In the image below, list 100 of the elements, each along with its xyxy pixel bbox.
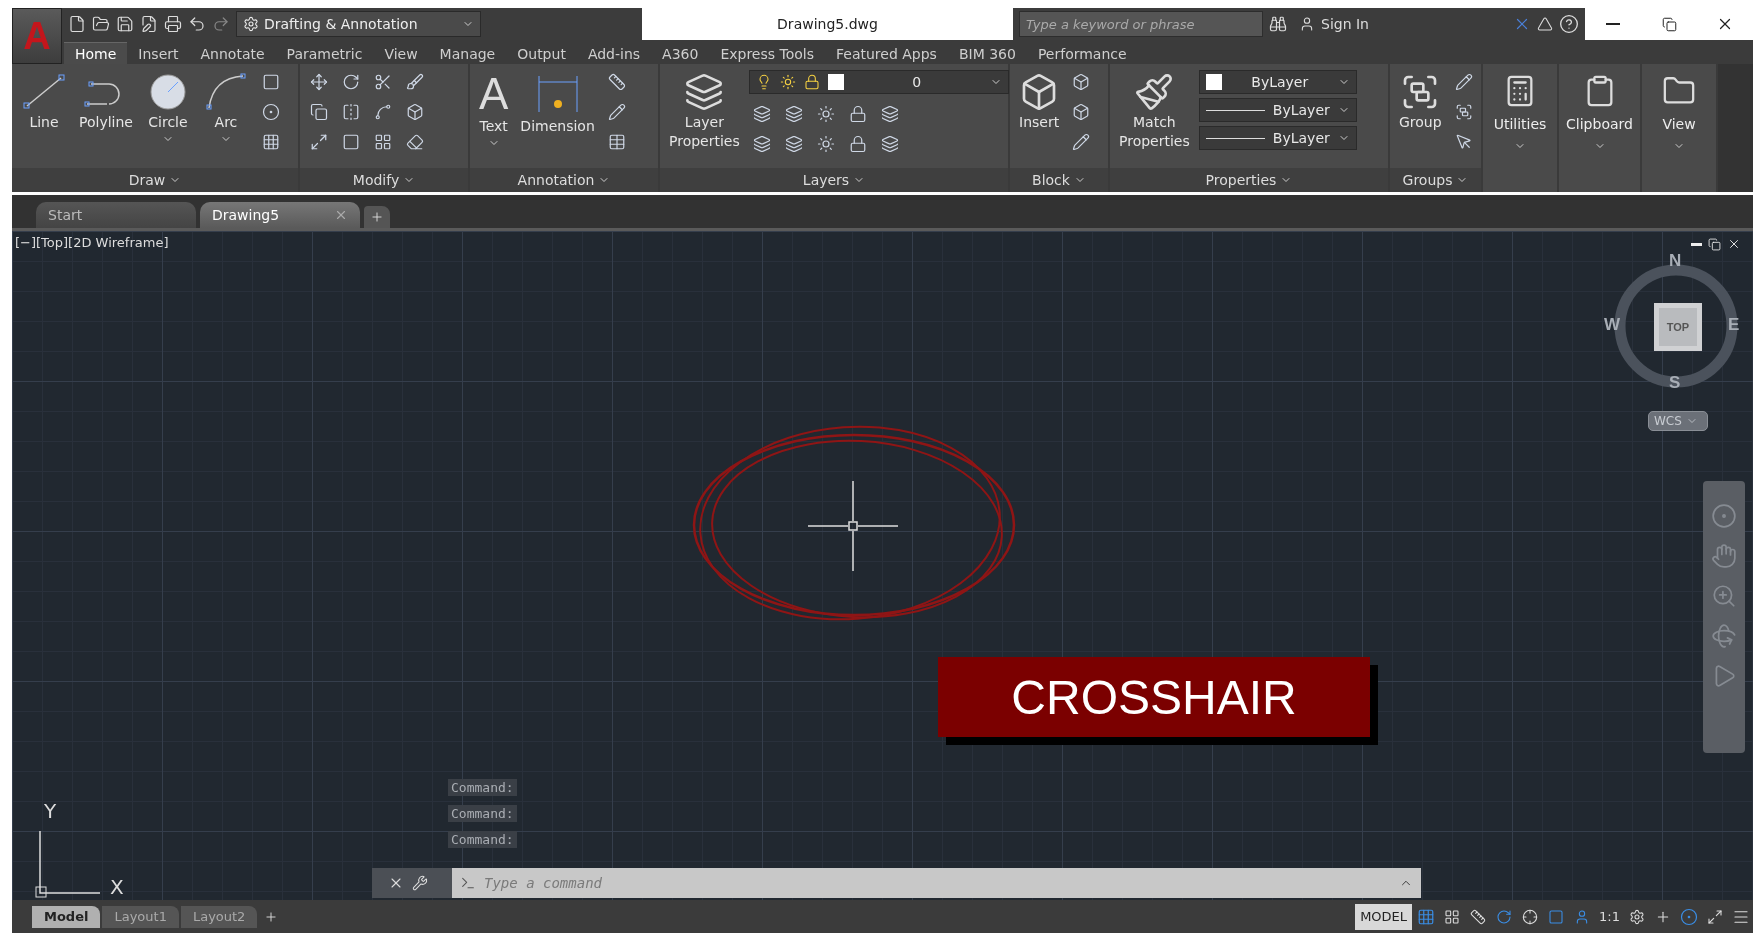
- triangle-icon[interactable]: [1537, 16, 1553, 32]
- ribbon-tab[interactable]: BIM 360: [947, 42, 1027, 64]
- layout-tab[interactable]: Model: [32, 905, 101, 928]
- linetype-icon: [1205, 109, 1265, 111]
- scissors-icon: [374, 73, 392, 91]
- printer-icon[interactable]: [164, 15, 182, 33]
- ribbon-button[interactable]: Match Properties: [1116, 70, 1193, 152]
- workspace-dropdown[interactable]: Drafting & Annotation: [236, 11, 481, 37]
- help-icon[interactable]: [1559, 14, 1579, 34]
- undo-arrow-icon[interactable]: [188, 15, 206, 33]
- restore-icon[interactable]: [1708, 237, 1721, 251]
- pen-file-icon[interactable]: [140, 15, 158, 33]
- compass-label[interactable]: N: [1669, 251, 1682, 271]
- linetype-icon: [1205, 137, 1265, 139]
- move-icon: [310, 73, 328, 91]
- layer-dropdown[interactable]: 0: [748, 70, 1009, 94]
- ribbon-tab[interactable]: Insert: [127, 42, 190, 64]
- model-space-button[interactable]: MODEL: [1355, 903, 1413, 930]
- ribbon-tab[interactable]: Express Tools: [709, 42, 825, 64]
- ribbon-tab[interactable]: View: [373, 42, 429, 64]
- property-dropdown[interactable]: ByLayer: [1198, 126, 1357, 150]
- ribbon-button[interactable]: Circle: [141, 70, 194, 147]
- paintbrush-icon: [1134, 72, 1175, 112]
- block-icon: [1072, 103, 1091, 121]
- ribbon-tab[interactable]: Add-ins: [576, 42, 652, 64]
- file-tab[interactable]: Start: [36, 202, 196, 228]
- edit-icon: [1454, 73, 1473, 91]
- brush-icon: [406, 73, 424, 91]
- collapsed-panel-button[interactable]: Clipboard: [1559, 64, 1640, 192]
- sun-icon: [816, 105, 835, 123]
- plus-icon: [264, 909, 279, 924]
- compass-label[interactable]: S: [1669, 373, 1681, 393]
- compass-label[interactable]: W: [1604, 315, 1621, 335]
- gear-icon: [243, 16, 259, 32]
- minimize-icon: [1606, 23, 1620, 25]
- ribbon-tab[interactable]: Annotate: [189, 42, 276, 64]
- ribbon-button[interactable]: Polyline: [76, 70, 136, 133]
- new-tab-button[interactable]: [364, 206, 390, 228]
- scale-button[interactable]: 1:1: [1596, 903, 1623, 930]
- ribbon-button[interactable]: Group: [1396, 70, 1445, 133]
- gear-icon: [1629, 908, 1645, 925]
- ribbon-tab[interactable]: Featured Apps: [825, 42, 948, 64]
- crosshair-icon: [1522, 908, 1539, 925]
- property-dropdown[interactable]: ByLayer: [1198, 70, 1357, 94]
- sign-in-button[interactable]: Sign In: [1293, 15, 1375, 33]
- command-input[interactable]: Type a command: [452, 868, 1421, 898]
- command-field[interactable]: Type a command: [482, 874, 1393, 892]
- ribbon-tab[interactable]: Parametric: [275, 42, 374, 64]
- panel-title[interactable]: Layers: [660, 168, 1008, 192]
- panel-title[interactable]: Block: [1010, 168, 1108, 192]
- ribbon-button[interactable]: A Text: [476, 70, 512, 151]
- circular-arrow-icon: [1496, 908, 1513, 925]
- minimize-icon[interactable]: [1691, 242, 1702, 246]
- panel-title[interactable]: Groups: [1390, 168, 1481, 192]
- new-file-icon[interactable]: [68, 15, 86, 33]
- collapsed-panel-button[interactable]: View: [1642, 64, 1716, 192]
- sun-icon: [816, 135, 835, 153]
- ribbon-tab[interactable]: A360: [651, 42, 710, 64]
- binoculars-icon[interactable]: [1269, 15, 1287, 33]
- window-title: Drawing5.dwg: [776, 16, 879, 32]
- layers-icon: [684, 72, 725, 112]
- ribbon-button[interactable]: Line: [18, 70, 70, 133]
- stretch-icon: [310, 133, 328, 151]
- layer-icon: [784, 105, 803, 123]
- terminal-icon: [460, 875, 476, 891]
- property-dropdown[interactable]: ByLayer: [1198, 98, 1357, 122]
- panel-title[interactable]: Annotation: [470, 168, 658, 192]
- ribbon-tab[interactable]: Manage: [428, 42, 507, 64]
- redo-arrow-icon[interactable]: [212, 15, 230, 33]
- panel-title[interactable]: Draw: [12, 168, 298, 192]
- ribbon-tab[interactable]: Output: [506, 42, 577, 64]
- panel-title[interactable]: Modify: [300, 168, 468, 192]
- ribbon-button[interactable]: Dimension: [517, 70, 598, 137]
- ribbon-button[interactable]: Arc: [199, 70, 252, 147]
- lock-icon: [803, 74, 820, 90]
- ribbon-button[interactable]: Insert: [1016, 70, 1063, 133]
- file-tab[interactable]: Drawing5: [200, 202, 360, 228]
- viewcube-face[interactable]: TOP: [1654, 303, 1702, 351]
- wrench-icon[interactable]: [412, 875, 428, 891]
- crosshair-cursor-icon: [808, 481, 898, 571]
- close-icon[interactable]: [1727, 237, 1741, 251]
- plus-icon: [370, 210, 384, 224]
- color-swatch: [827, 74, 844, 90]
- ribbon-tab[interactable]: Home: [64, 42, 128, 64]
- rotate-icon: [342, 73, 360, 91]
- compass-label[interactable]: E: [1728, 315, 1740, 335]
- ribbon-tab[interactable]: Performance: [1026, 42, 1138, 64]
- panel-title[interactable]: Properties: [1110, 168, 1388, 192]
- lock-icon: [848, 135, 867, 153]
- ribbon-button[interactable]: Layer Properties: [666, 70, 743, 152]
- viewport-label[interactable]: [−][Top][2D Wireframe]: [15, 235, 169, 250]
- search-field[interactable]: Type a keyword or phrase: [1019, 11, 1263, 37]
- mirror-icon: [342, 103, 360, 121]
- folder-icon[interactable]: [92, 15, 110, 33]
- layer-icon: [784, 135, 803, 153]
- box-icon: [406, 103, 424, 121]
- axis-label: Y: [44, 799, 57, 823]
- expand-arrows-icon: [1707, 908, 1723, 925]
- collapsed-panel-button[interactable]: Utilities: [1483, 64, 1557, 192]
- ruler-icon: [1470, 908, 1487, 925]
